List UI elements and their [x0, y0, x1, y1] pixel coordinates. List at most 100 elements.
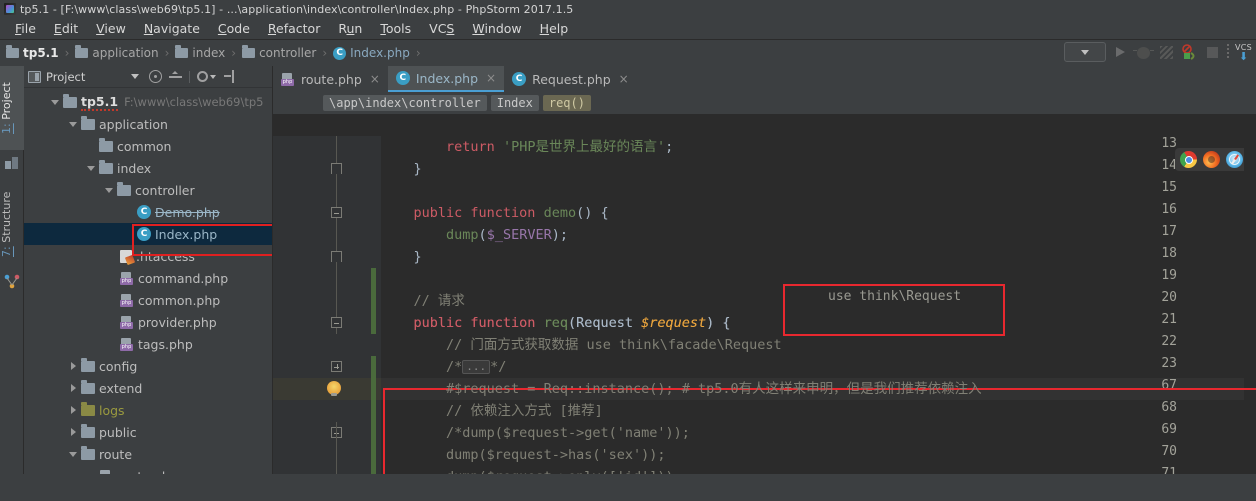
structure-crumb-class[interactable]: Index — [490, 95, 539, 111]
menu-vcs[interactable]: VCS — [420, 19, 463, 39]
collapsed-fold-region[interactable]: ... — [462, 360, 491, 374]
breadcrumb-item-application[interactable]: application — [75, 45, 159, 60]
tree-item-tp5.1[interactable]: tp5.1 F:\www\class\web69\tp5 — [24, 91, 272, 113]
collapse-all-icon[interactable] — [169, 70, 183, 83]
chevron-down-icon[interactable] — [131, 74, 140, 79]
menu-window[interactable]: Window — [463, 19, 530, 39]
tree-item-label: config — [99, 358, 138, 374]
chevron-down-icon[interactable] — [68, 449, 79, 460]
tree-item-command-php[interactable]: command.php — [24, 267, 272, 289]
tree-item-common-php[interactable]: common.php — [24, 289, 272, 311]
scroll-from-source-icon[interactable] — [149, 70, 163, 83]
code-line-72: dump($request->only(['id'])); — [381, 466, 682, 474]
coverage-button[interactable] — [1158, 44, 1175, 61]
php-file-icon — [120, 293, 134, 307]
chevron-right-icon[interactable] — [68, 427, 79, 438]
sidebar-tab-structure[interactable]: 7: Structure — [0, 178, 24, 270]
editor-marker-strip[interactable] — [1244, 136, 1256, 474]
firefox-icon[interactable] — [1203, 151, 1220, 168]
menu-edit[interactable]: Edit — [45, 19, 87, 39]
chevron-right-icon[interactable] — [68, 405, 79, 416]
chevron-down-icon[interactable] — [104, 185, 115, 196]
structure-crumb-method[interactable]: req() — [542, 95, 591, 111]
tree-item-tags-php[interactable]: tags.php — [24, 333, 272, 355]
editor-gutter[interactable] — [273, 136, 381, 474]
code-line-14: } — [381, 161, 422, 177]
chevron-down-icon — [1080, 49, 1089, 55]
settings-gear-button[interactable] — [197, 71, 217, 82]
toolbar-divider — [1226, 44, 1229, 60]
menu-run[interactable]: Run — [329, 19, 371, 39]
menu-code[interactable]: Code — [209, 19, 259, 39]
close-icon[interactable]: × — [370, 72, 380, 86]
editor-tab-index-php[interactable]: C Index.php × — [387, 66, 505, 92]
folder-icon — [81, 423, 95, 438]
chevron-right-icon[interactable] — [68, 383, 79, 394]
fold-end-marker[interactable] — [331, 163, 342, 174]
breadcrumb-item-project[interactable]: tp5.1 — [6, 45, 59, 60]
fold-end-marker[interactable] — [331, 251, 342, 262]
tree-item-application[interactable]: application — [24, 113, 272, 135]
run-configuration-selector[interactable] — [1063, 42, 1106, 62]
title-bar: tp5.1 - [F:\www\class\web69\tp5.1] - ...… — [0, 0, 1256, 18]
sidebar-tab-project[interactable]: 1: Project — [0, 66, 24, 150]
run-button[interactable] — [1112, 44, 1129, 61]
php-file-icon — [120, 337, 134, 351]
code-editor[interactable]: 13 14 15 16 17 18 19 20 21 22 23 67 68 6… — [273, 136, 1256, 474]
chrome-icon[interactable] — [1180, 151, 1197, 168]
structure-crumb-namespace[interactable]: \app\index\controller — [323, 95, 487, 111]
menu-view[interactable]: View — [87, 19, 135, 39]
tree-item-htaccess[interactable]: .htaccess — [24, 245, 272, 267]
line-number: 14 — [1161, 158, 1177, 173]
chevron-down-icon[interactable] — [68, 119, 79, 130]
tree-item-index-php[interactable]: C Index.php — [24, 223, 272, 245]
fold-collapse-marker[interactable] — [331, 317, 344, 330]
toolbar-divider — [189, 70, 191, 83]
stop-button[interactable] — [1204, 44, 1221, 61]
vcs-update-button[interactable]: VCS ⬇ — [1235, 43, 1252, 62]
tree-item-common[interactable]: common — [24, 135, 272, 157]
fold-expand-marker[interactable] — [331, 361, 344, 374]
stop-profiling-icon — [1182, 43, 1195, 60]
tree-item-controller[interactable]: controller — [24, 179, 272, 201]
menu-file[interactable]: File — [6, 19, 45, 39]
hide-panel-icon[interactable] — [223, 70, 236, 83]
fold-collapse-marker[interactable] — [331, 427, 344, 440]
fold-collapse-marker[interactable] — [331, 207, 344, 220]
close-icon[interactable]: × — [486, 71, 496, 85]
chevron-down-icon[interactable] — [50, 97, 61, 108]
tree-item-label: index — [117, 160, 152, 176]
menu-refactor[interactable]: Refactor — [259, 19, 329, 39]
menu-navigate[interactable]: Navigate — [135, 19, 209, 39]
tree-item-route-php[interactable]: route.php — [24, 465, 272, 474]
tree-item-label: extend — [99, 380, 143, 396]
chevron-right-icon[interactable] — [68, 361, 79, 372]
tree-item-config[interactable]: config — [24, 355, 272, 377]
menu-tools[interactable]: Tools — [371, 19, 420, 39]
debug-button[interactable] — [1132, 44, 1154, 61]
stop-profiling-button[interactable] — [1181, 43, 1198, 61]
php-class-icon: C — [137, 227, 151, 241]
intention-bulb-icon[interactable] — [327, 381, 341, 396]
tree-item-index[interactable]: index — [24, 157, 272, 179]
project-panel-header: Project — [24, 66, 272, 88]
editor-tab-request-php[interactable]: C Request.php × — [504, 66, 637, 92]
tree-item-label: .htaccess — [136, 248, 195, 264]
tree-item-logs[interactable]: logs — [24, 399, 272, 421]
folder-icon — [99, 137, 113, 152]
tree-item-route[interactable]: route — [24, 443, 272, 465]
close-icon[interactable]: × — [619, 72, 629, 86]
tree-item-label: Index.php — [155, 226, 218, 242]
chevron-down-icon[interactable] — [86, 163, 97, 174]
breadcrumb-item-file[interactable]: C Index.php — [333, 46, 410, 60]
editor-tab-route-php[interactable]: route.php × — [273, 66, 388, 92]
tree-item-demo-php[interactable]: C Demo.php — [24, 201, 272, 223]
tree-item-public[interactable]: public — [24, 421, 272, 443]
safari-icon[interactable] — [1226, 151, 1243, 168]
breadcrumb-item-index[interactable]: index — [175, 45, 225, 60]
breadcrumb-item-controller[interactable]: controller — [242, 45, 316, 60]
tree-item-provider-php[interactable]: provider.php — [24, 311, 272, 333]
menu-help[interactable]: Help — [531, 19, 578, 39]
window-title: tp5.1 - [F:\www\class\web69\tp5.1] - ...… — [20, 2, 574, 16]
tree-item-extend[interactable]: extend — [24, 377, 272, 399]
